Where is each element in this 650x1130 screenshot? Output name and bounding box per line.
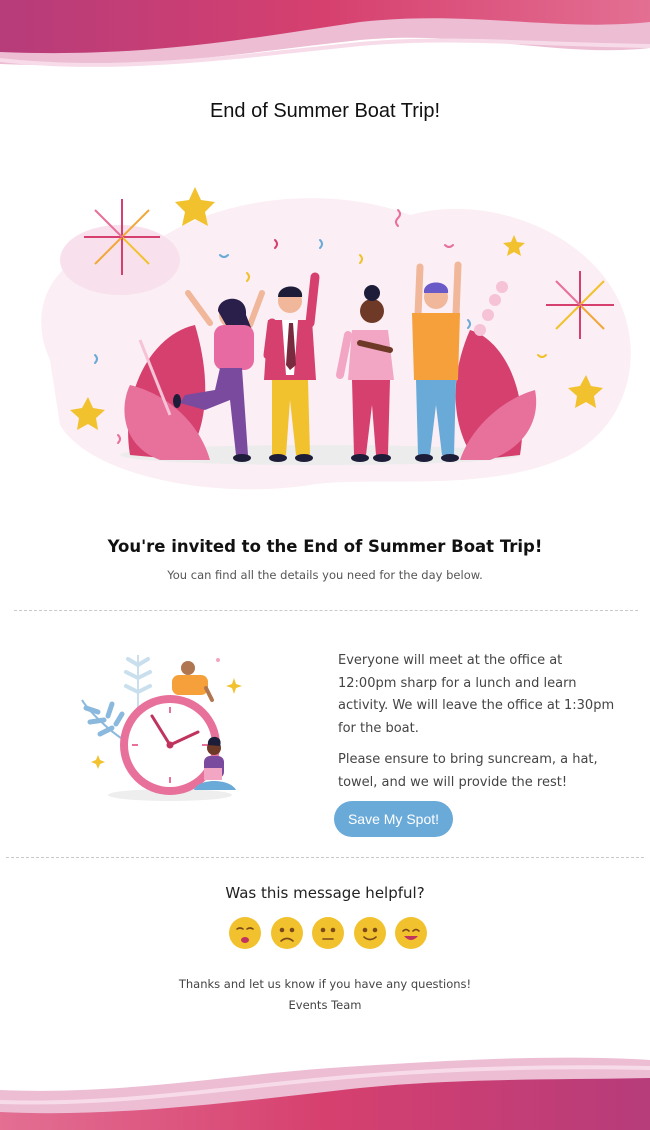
details-paragraph-meeting: Everyone will meet at the office at 12:0… bbox=[338, 653, 615, 736]
details-paragraph-bring: Please ensure to bring suncream, a hat, … bbox=[338, 752, 598, 790]
feedback-question: Was this message helpful? bbox=[225, 884, 425, 902]
divider bbox=[6, 857, 644, 858]
event-details: Everyone will meet at the office at 12:0… bbox=[338, 650, 623, 794]
happy-face-icon[interactable] bbox=[394, 916, 428, 950]
celebration-illustration bbox=[41, 187, 631, 490]
sad-face-icon[interactable] bbox=[270, 916, 304, 950]
header-wave-decoration bbox=[0, 0, 650, 67]
signoff: Events Team bbox=[288, 998, 362, 1012]
footer-wave-decoration bbox=[0, 1057, 650, 1130]
page-title: End of Summer Boat Trip! bbox=[209, 100, 441, 122]
divider bbox=[14, 610, 638, 611]
thanks-message: Thanks and let us know if you have any q… bbox=[178, 977, 472, 991]
very-sad-face-icon[interactable] bbox=[228, 916, 262, 950]
slight-smile-face-icon[interactable] bbox=[353, 916, 387, 950]
clock-illustration bbox=[81, 655, 242, 801]
invite-heading: You're invited to the End of Summer Boat… bbox=[107, 537, 543, 556]
feedback-rating-row bbox=[228, 916, 428, 952]
save-my-spot-button[interactable]: Save My Spot! bbox=[334, 801, 453, 837]
neutral-face-icon[interactable] bbox=[311, 916, 345, 950]
invite-subtitle: You can find all the details you need fo… bbox=[167, 568, 483, 582]
